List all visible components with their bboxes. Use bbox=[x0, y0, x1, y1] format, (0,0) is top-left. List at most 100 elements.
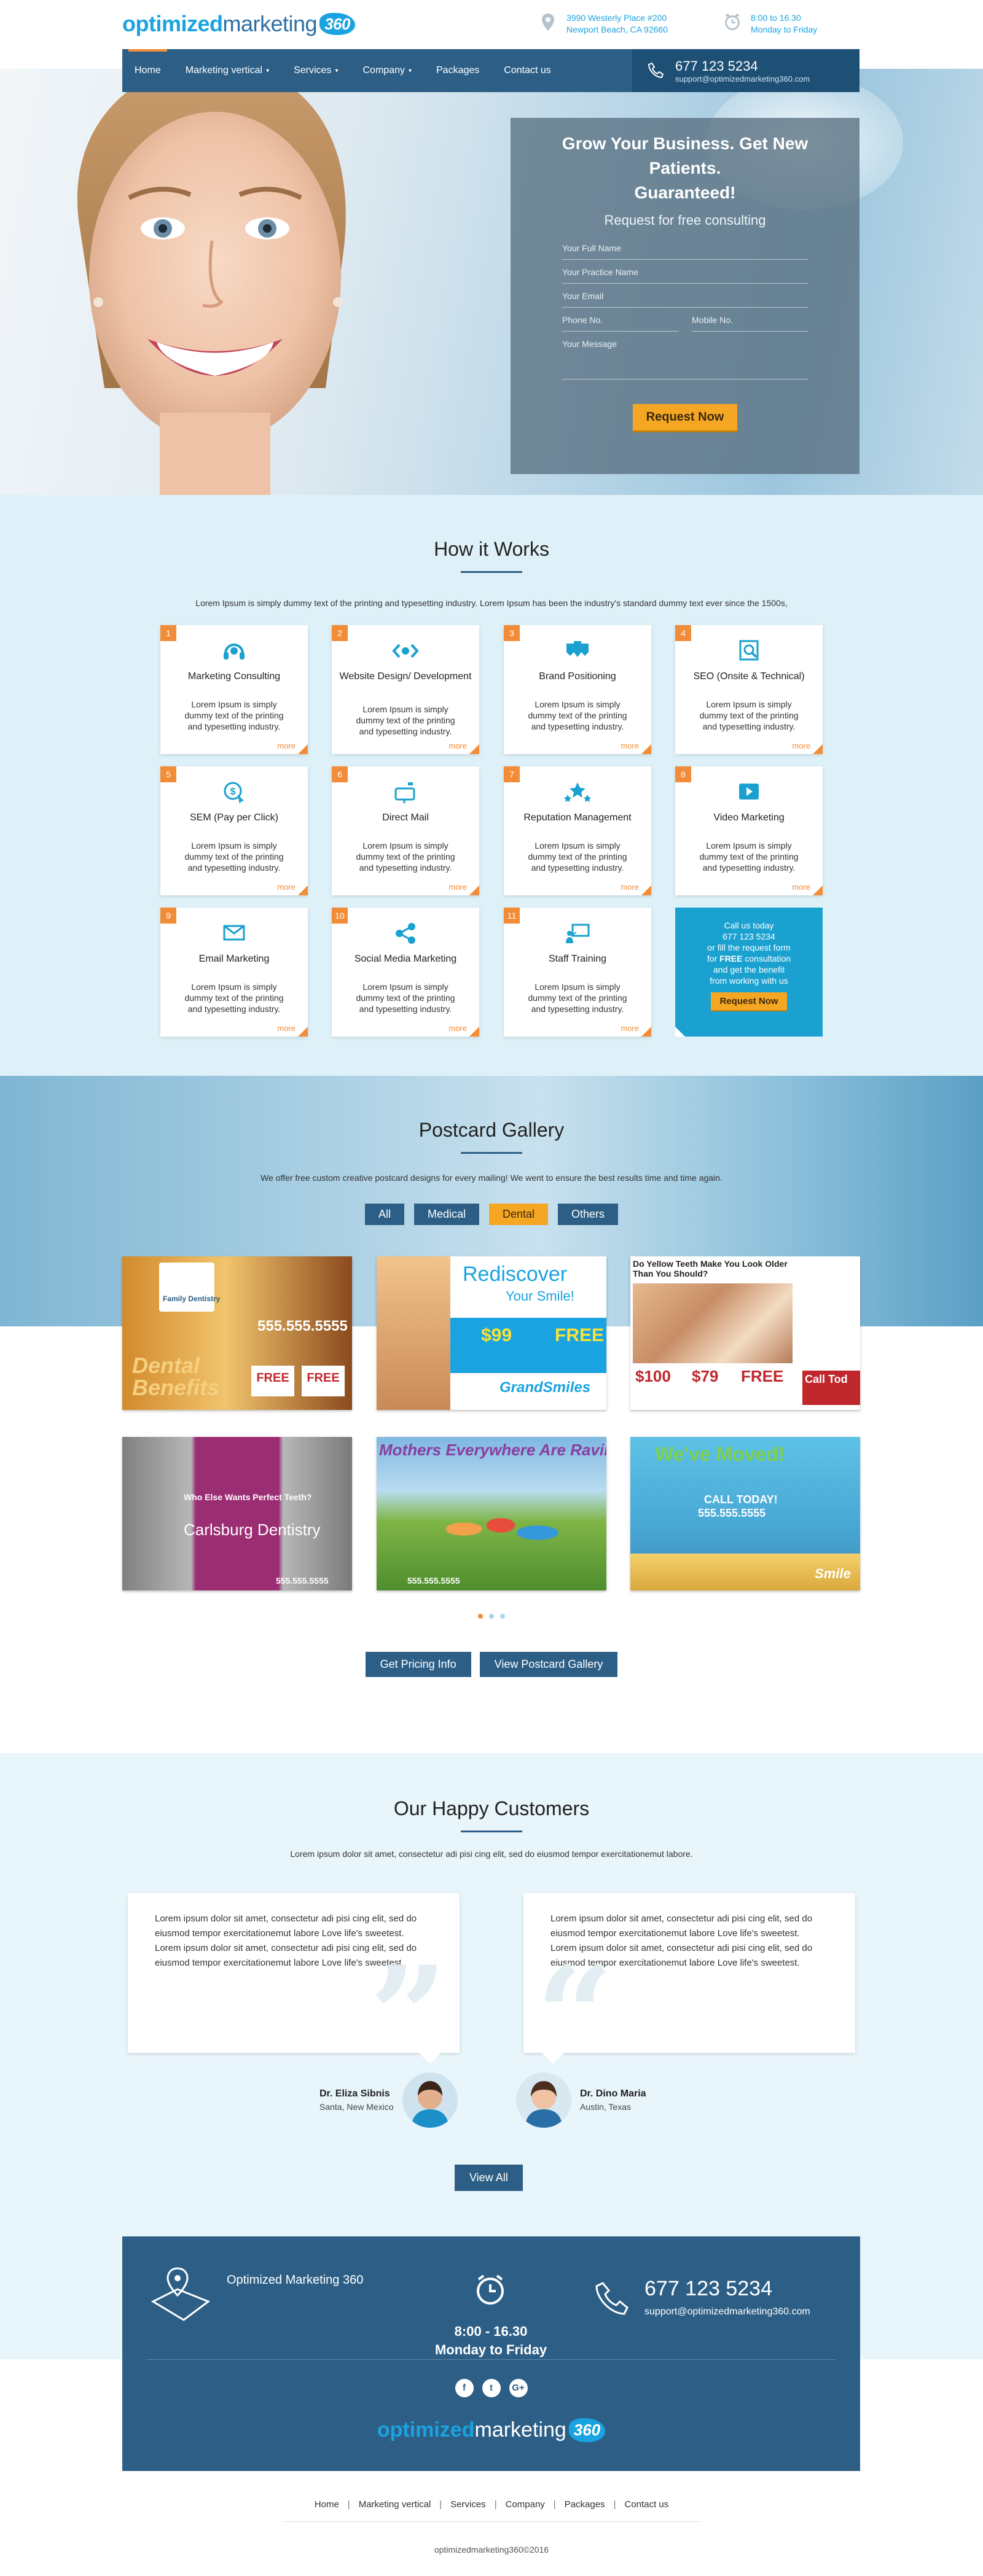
more-link[interactable]: more bbox=[621, 882, 639, 892]
request-now-button[interactable]: Request Now bbox=[632, 404, 738, 432]
service-card-social-media[interactable]: 10 Social Media Marketing Lorem Ipsum is… bbox=[332, 908, 479, 1037]
filter-dental[interactable]: Dental bbox=[488, 1204, 549, 1225]
view-postcard-gallery-button[interactable]: View Postcard Gallery bbox=[479, 1652, 618, 1677]
site-logo[interactable]: optimized marketing 360 bbox=[122, 11, 355, 37]
footer-logo[interactable]: optimized marketing 360 bbox=[122, 2418, 860, 2442]
practice-name-input[interactable]: Your Practice Name bbox=[562, 260, 808, 284]
postcard-headline: Do Yellow Teeth Make You Look Older Than… bbox=[633, 1259, 788, 1278]
nav-item-packages[interactable]: Packages bbox=[424, 49, 492, 92]
phone-input[interactable]: Phone No. bbox=[562, 308, 678, 332]
footer-nav-home[interactable]: Home bbox=[306, 2499, 348, 2510]
footer-nav-marketing-vertical[interactable]: Marketing vertical bbox=[350, 2499, 440, 2510]
more-link[interactable]: more bbox=[277, 882, 296, 892]
cta-line: and get the benefit bbox=[713, 965, 785, 975]
nav-item-home[interactable]: Home bbox=[122, 49, 173, 92]
footer-hours: 8:00 - 16.30 Monday to Friday bbox=[393, 2322, 589, 2359]
filter-others[interactable]: Others bbox=[558, 1204, 619, 1225]
footer-email[interactable]: support@optimizedmarketing360.com bbox=[644, 2306, 810, 2317]
more-link[interactable]: more bbox=[448, 741, 467, 750]
pagination-dot[interactable] bbox=[489, 1614, 494, 1619]
filter-all[interactable]: All bbox=[364, 1204, 404, 1225]
card-title: SEM (Pay per Click) bbox=[189, 812, 279, 823]
envelope-icon bbox=[223, 925, 245, 941]
header-hours: 8:00 to 16.30 Monday to Friday bbox=[723, 12, 817, 36]
message-textarea[interactable]: Your Message bbox=[562, 332, 808, 379]
card-number: 5 bbox=[160, 766, 176, 782]
nav-item-services[interactable]: Services ▾ bbox=[281, 49, 350, 92]
footer-phone-number[interactable]: 677 123 5234 bbox=[644, 2277, 772, 2301]
card-corner bbox=[469, 744, 479, 754]
nav-item-contact-us[interactable]: Contact us bbox=[492, 49, 563, 92]
more-link[interactable]: more bbox=[277, 741, 296, 750]
footer-nav-company[interactable]: Company bbox=[497, 2499, 554, 2510]
footer-contact-row: Optimized Marketing 360 8:00 - 16.30 Mon… bbox=[122, 2255, 860, 2359]
pagination-dot-active[interactable] bbox=[478, 1614, 483, 1619]
card-corner bbox=[298, 1027, 308, 1037]
section-title: How it Works bbox=[434, 538, 549, 560]
more-link[interactable]: more bbox=[621, 1024, 639, 1033]
copyright: optimizedmarketing360©2016 bbox=[434, 2545, 549, 2555]
postcard-people-photo bbox=[633, 1283, 793, 1363]
card-number: 3 bbox=[504, 625, 520, 641]
postcard-price: $100 bbox=[635, 1367, 671, 1385]
footer-hours-line-1: 8:00 - 16.30 bbox=[454, 2324, 528, 2339]
footer-nav-contact-us[interactable]: Contact us bbox=[616, 2499, 677, 2510]
service-card-reputation-management[interactable]: 7 Reputation Management Lorem Ipsum is s… bbox=[504, 766, 651, 895]
service-card-brand-positioning[interactable]: 3 Brand Positioning Lorem Ipsum is simpl… bbox=[504, 625, 651, 754]
postcard-we-have-moved[interactable]: We've Moved! CALL TODAY! 555.555.5555 Sm… bbox=[630, 1437, 860, 1590]
twitter-icon[interactable]: t bbox=[482, 2379, 501, 2397]
pagination-dot[interactable] bbox=[500, 1614, 505, 1619]
footer-nav-services[interactable]: Services bbox=[442, 2499, 495, 2510]
address-line-1: 3990 Westerly Place #200 bbox=[566, 13, 667, 23]
service-card-website-design[interactable]: 2 Website Design/ Development Lorem Ipsu… bbox=[332, 625, 479, 754]
service-card-staff-training[interactable]: 11 Staff Training Lorem Ipsum is simply … bbox=[504, 908, 651, 1037]
filter-medical[interactable]: Medical bbox=[413, 1204, 479, 1225]
card-description: Lorem Ipsum is simply dummy text of the … bbox=[528, 841, 627, 873]
nav-email[interactable]: support@optimizedmarketing360.com bbox=[675, 74, 810, 84]
mobile-input[interactable]: Mobile No. bbox=[692, 308, 808, 332]
cta-line: Call us today bbox=[724, 920, 774, 930]
nav-item-marketing-vertical[interactable]: Marketing vertical ▾ bbox=[173, 49, 281, 92]
cta-line: from working with us bbox=[710, 976, 788, 986]
service-card-video-marketing[interactable]: 8 Video Marketing Lorem Ipsum is simply … bbox=[675, 766, 823, 895]
postcard-carlsburg-dentistry[interactable]: Who Else Wants Perfect Teeth? Carlsburg … bbox=[122, 1437, 352, 1590]
nav-phone-number[interactable]: 677 123 5234 bbox=[675, 58, 810, 74]
more-link[interactable]: more bbox=[448, 1024, 467, 1033]
card-description: Lorem Ipsum is simply dummy text of the … bbox=[528, 699, 627, 731]
postcard-rediscover-your-smile[interactable]: Rediscover Your Smile! $99 FREE GrandSmi… bbox=[377, 1256, 606, 1410]
testimonial-pointer bbox=[419, 2053, 441, 2064]
service-card-email-marketing[interactable]: 9 Email Marketing Lorem Ipsum is simply … bbox=[160, 908, 308, 1037]
section-title: Postcard Gallery bbox=[418, 1119, 565, 1141]
postcard-price: $99 bbox=[481, 1325, 512, 1345]
postcard-call-today: CALL TODAY! bbox=[704, 1493, 778, 1506]
service-card-seo[interactable]: 4 SEO (Onsite & Technical) Lorem Ipsum i… bbox=[675, 625, 823, 754]
nav-item-company[interactable]: Company ▾ bbox=[350, 49, 424, 92]
view-all-button[interactable]: View All bbox=[455, 2165, 523, 2191]
facebook-icon[interactable]: f bbox=[455, 2379, 474, 2397]
postcard-yellow-teeth[interactable]: Do Yellow Teeth Make You Look Older Than… bbox=[630, 1256, 860, 1410]
card-number: 1 bbox=[160, 625, 176, 641]
service-card-direct-mail[interactable]: 6 Direct Mail Lorem Ipsum is simply dumm… bbox=[332, 766, 479, 895]
more-link[interactable]: more bbox=[448, 882, 467, 892]
service-card-marketing-consulting[interactable]: 1 Marketing Consulting Lorem Ipsum is si… bbox=[160, 625, 308, 754]
email-input[interactable]: Your Email bbox=[562, 284, 808, 308]
google-plus-icon[interactable]: G+ bbox=[509, 2379, 528, 2397]
footer-nav-packages[interactable]: Packages bbox=[556, 2499, 614, 2510]
card-description: Lorem Ipsum is simply dummy text of the … bbox=[699, 841, 799, 873]
avatar bbox=[516, 2072, 571, 2128]
clock-icon bbox=[725, 14, 740, 30]
service-card-sem[interactable]: 5 $ SEM (Pay per Click) Lorem Ipsum is s… bbox=[160, 766, 308, 895]
cta-request-now-button[interactable]: Request Now bbox=[711, 992, 787, 1011]
postcard-mothers-raving[interactable]: Mothers Everywhere Are Raving Ab 555.555… bbox=[377, 1437, 606, 1590]
postcard-family-dentistry[interactable]: Family Dentistry 555.555.5555 Dental Ben… bbox=[122, 1256, 352, 1410]
more-link[interactable]: more bbox=[621, 741, 639, 750]
full-name-input[interactable]: Your Full Name bbox=[562, 236, 808, 260]
card-number: 2 bbox=[332, 625, 348, 641]
more-link[interactable]: more bbox=[277, 1024, 296, 1033]
cta-phone[interactable]: 677 123 5234 bbox=[675, 931, 823, 942]
get-pricing-info-button[interactable]: Get Pricing Info bbox=[365, 1652, 471, 1677]
section-intro: Lorem ipsum dolor sit amet, consectetur … bbox=[290, 1849, 693, 1859]
more-link[interactable]: more bbox=[792, 882, 810, 892]
more-link[interactable]: more bbox=[792, 741, 810, 750]
card-corner bbox=[469, 885, 479, 895]
